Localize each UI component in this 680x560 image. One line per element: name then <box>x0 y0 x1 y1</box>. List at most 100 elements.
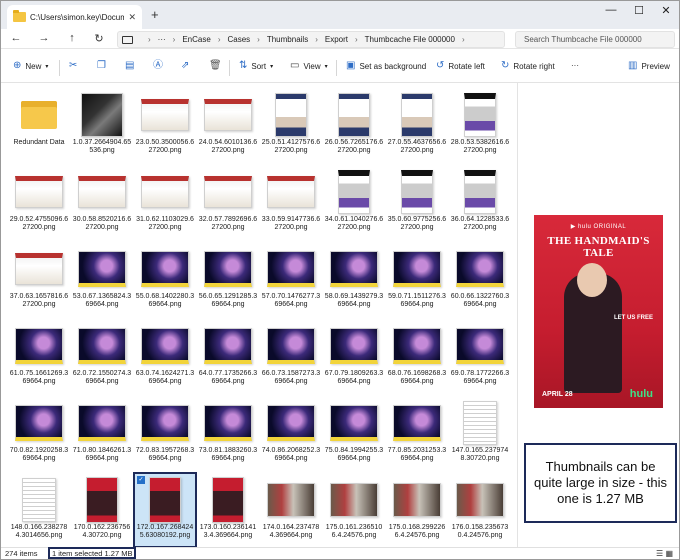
search-input[interactable]: Search Thumbcache File 000000 <box>515 31 675 48</box>
file-item[interactable]: 33.0.59.9147736.627200.png <box>261 166 321 238</box>
selection-checkbox[interactable]: ✓ <box>137 476 145 484</box>
file-item[interactable]: 57.0.70.1476277.369664.png <box>261 243 321 315</box>
doc-thumbnail-image <box>463 401 497 445</box>
file-item[interactable]: 72.0.83.1957268.369664.png <box>135 397 195 469</box>
file-item[interactable]: 63.0.74.1624271.369664.png <box>135 320 195 392</box>
space-thumbnail-image <box>267 328 315 364</box>
file-item[interactable]: 174.0.164.2374784.369664.png <box>261 474 321 546</box>
file-item[interactable]: 75.0.84.1994255.369664.png <box>324 397 384 469</box>
rotate-left-button[interactable]: ↺ Rotate left <box>436 61 485 71</box>
file-item[interactable]: 60.0.66.1322760.369664.png <box>450 243 510 315</box>
file-item[interactable]: 30.0.58.8520216.627200.png <box>72 166 132 238</box>
file-item[interactable]: 148.0.166.2382784.3014656.png <box>9 474 69 546</box>
file-name-label: 173.0.160.2361413.4.369664.png <box>199 524 257 539</box>
set-background-button[interactable]: ▣ Set as background <box>346 61 426 71</box>
id-thumbnail-image <box>204 99 252 131</box>
file-item[interactable]: 68.0.76.1698268.369664.png <box>387 320 447 392</box>
copy-button[interactable]: ❐ <box>97 61 106 71</box>
delete-button[interactable]: 🗑 <box>209 61 222 71</box>
preview-pane-button[interactable]: ▥ Preview <box>628 61 670 71</box>
new-button[interactable]: ⊕ New ▾ <box>13 61 48 71</box>
file-item[interactable]: 24.0.54.6010136.627200.png <box>198 89 258 161</box>
file-thumbnail <box>202 401 254 445</box>
file-item[interactable]: 31.0.62.1103029.627200.png <box>135 166 195 238</box>
file-item[interactable]: 32.0.57.7892696.627200.png <box>198 166 258 238</box>
layout-toggle-icons[interactable]: ☰ ▦ <box>656 549 673 558</box>
file-name-label: 66.0.73.1587273.369664.png <box>261 370 321 385</box>
title-bar: C:\Users\simon.key\Document ✕ + — ☐ ✕ <box>1 1 679 29</box>
file-item[interactable]: 53.0.67.1365824.369664.png <box>72 243 132 315</box>
space-thumbnail-image <box>393 405 441 441</box>
paste-button[interactable]: ▤ <box>125 61 134 71</box>
file-item[interactable]: 73.0.81.1883260.369664.png <box>198 397 258 469</box>
breadcrumb-more[interactable]: ··· <box>158 35 166 44</box>
file-thumbnail <box>391 478 443 522</box>
breadcrumb-thumbnails[interactable]: Thumbnails <box>267 35 308 44</box>
breadcrumb-encase[interactable]: EnCase <box>182 35 210 44</box>
id-thumbnail-image <box>267 176 315 208</box>
file-item[interactable]: ✓ 172.0.167.2684245.63080192.png <box>133 472 197 547</box>
file-item[interactable]: 35.0.60.9775256.627200.png <box>387 166 447 238</box>
file-item[interactable]: 23.0.50.3500056.627200.png <box>135 89 195 161</box>
close-tab-icon[interactable]: ✕ <box>128 12 136 23</box>
minimize-button[interactable]: — <box>601 4 621 16</box>
rename-button[interactable]: Ⓐ <box>153 61 163 71</box>
file-item[interactable]: 37.0.63.1657816.627200.png <box>9 243 69 315</box>
file-item[interactable]: 64.0.77.1735266.369664.png <box>198 320 258 392</box>
file-item[interactable]: 175.0.161.2365106.4.24576.png <box>324 474 384 546</box>
space-thumbnail-image <box>393 251 441 287</box>
folder-item[interactable]: Redundant Data <box>9 89 69 161</box>
file-item[interactable]: 77.0.85.2031253.369664.png <box>387 397 447 469</box>
file-item[interactable]: 59.0.71.1511276.369664.png <box>387 243 447 315</box>
file-item[interactable]: 36.0.64.1228533.627200.png <box>450 166 510 238</box>
file-item[interactable]: 70.0.82.1920258.369664.png <box>9 397 69 469</box>
file-item[interactable]: 62.0.72.1550274.369664.png <box>72 320 132 392</box>
file-item[interactable]: 1.0.37.2664904.65536.png <box>72 89 132 161</box>
file-item[interactable]: 58.0.69.1439279.369664.png <box>324 243 384 315</box>
cut-button[interactable]: ✂ <box>69 61 77 71</box>
file-thumbnail <box>139 93 191 137</box>
poster-title: THE HANDMAID'S TALE <box>547 235 650 259</box>
breadcrumb-thumbcache[interactable]: Thumbcache File 000000 <box>365 35 455 44</box>
id-thumbnail-image <box>15 253 63 285</box>
file-item[interactable]: 28.0.53.5382616.627200.png <box>450 89 510 161</box>
breadcrumb-cases[interactable]: Cases <box>227 35 250 44</box>
breadcrumb-export[interactable]: Export <box>325 35 348 44</box>
file-thumbnail <box>76 93 128 137</box>
file-item[interactable]: 173.0.160.2361413.4.369664.png <box>198 474 258 546</box>
rotate-right-button[interactable]: ↻ Rotate right <box>501 61 555 71</box>
maximize-button[interactable]: ☐ <box>629 4 649 17</box>
file-item[interactable]: 71.0.80.1846261.369664.png <box>72 397 132 469</box>
breadcrumb-separator: › <box>257 35 260 44</box>
breadcrumb-separator: › <box>461 35 465 44</box>
file-item[interactable]: 29.0.52.4755096.627200.png <box>9 166 69 238</box>
file-item[interactable]: 69.0.78.1772266.369664.png <box>450 320 510 392</box>
back-button[interactable]: ← <box>9 32 23 44</box>
sort-button[interactable]: ⇅ Sort ▾ <box>239 61 273 71</box>
file-item[interactable]: 147.0.165.2379748.30720.png <box>450 397 510 469</box>
more-options-button[interactable]: ··· <box>571 61 579 70</box>
file-item[interactable]: 74.0.86.2068252.369664.png <box>261 397 321 469</box>
breadcrumb[interactable]: › ··· › EnCase › Cases › Thumbnails › Ex… <box>117 31 505 48</box>
file-item[interactable]: 27.0.55.4637656.627200.png <box>387 89 447 161</box>
up-button[interactable]: ↑ <box>65 32 79 44</box>
file-item[interactable]: 61.0.75.1661269.369664.png <box>9 320 69 392</box>
refresh-button[interactable]: ↻ <box>92 32 106 45</box>
file-item[interactable]: 55.0.68.1402280.369664.png <box>135 243 195 315</box>
file-item[interactable]: 67.0.79.1809263.369664.png <box>324 320 384 392</box>
close-window-button[interactable]: ✕ <box>656 4 676 17</box>
window-tab[interactable]: C:\Users\simon.key\Document ✕ <box>7 5 142 29</box>
file-item[interactable]: 34.0.61.1040276.627200.png <box>324 166 384 238</box>
file-item[interactable]: 170.0.162.2367564.30720.png <box>72 474 132 546</box>
file-item[interactable]: 56.0.65.1291285.369664.png <box>198 243 258 315</box>
forward-button[interactable]: → <box>37 32 51 44</box>
file-item[interactable]: 175.0.168.2992266.4.24576.png <box>387 474 447 546</box>
file-item[interactable]: 26.0.56.7265176.627200.png <box>324 89 384 161</box>
file-item[interactable]: 25.0.51.4127576.627200.png <box>261 89 321 161</box>
folder-icon <box>13 10 26 22</box>
file-item[interactable]: 66.0.73.1587273.369664.png <box>261 320 321 392</box>
view-button[interactable]: ▭ View ▾ <box>290 61 328 71</box>
share-button[interactable]: ⇗ <box>181 61 189 71</box>
file-item[interactable]: 176.0.158.2356730.4.24576.png <box>450 474 510 546</box>
new-tab-button[interactable]: + <box>151 7 159 22</box>
